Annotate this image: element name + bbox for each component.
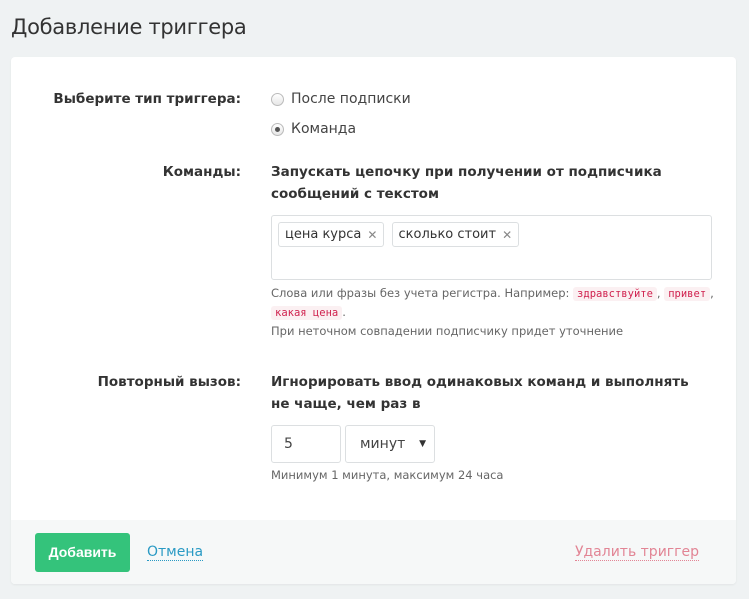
unit-value: минут [360,436,406,452]
tag-text: сколько стоит [398,227,497,242]
repeat-description: Игнорировать ввод одинаковых команд и вы… [271,374,689,412]
radio-label: После подписки [291,91,411,107]
dropdown-arrow-icon: ▼ [419,439,426,449]
tag: цена курса ✕ [278,222,385,247]
tag: сколько стоит ✕ [391,222,520,247]
example: какая цена [271,306,343,320]
comma: , [656,286,661,300]
example: привет [664,287,711,301]
radio-after-subscribe[interactable]: После подписки [271,91,411,107]
radio-icon[interactable] [271,92,284,106]
comma: , [710,286,714,300]
commands-hint: Слова или фразы без учета регистра. Напр… [271,284,721,340]
radio-label: Команда [291,121,357,137]
commands-label: Команды: [162,164,241,180]
form-footer: Добавить Отмена Удалить триггер [11,520,736,584]
hint-note: При неточном совпадении подписчику приде… [271,324,624,338]
period: . [342,305,346,319]
remove-tag-icon[interactable]: ✕ [367,228,377,242]
tag-text: цена курса [285,227,362,242]
unit-select[interactable]: минут ▼ [345,425,435,463]
radio-checked-icon[interactable] [271,122,284,136]
delete-trigger-link[interactable]: Удалить триггер [574,544,699,561]
example: здравствуйте [573,287,657,301]
repeat-label: Повторный вызов: [97,374,241,390]
add-button[interactable]: Добавить [35,533,130,572]
interval-input[interactable]: 5 [271,425,341,463]
repeat-hint: Минимум 1 минута, максимум 24 часа [271,468,504,482]
remove-tag-icon[interactable]: ✕ [502,228,512,242]
commands-description: Запускать цепочку при получении от подпи… [271,164,662,202]
hint-text: Слова или фразы без учета регистра. Напр… [271,286,570,300]
cancel-link[interactable]: Отмена [147,544,204,561]
trigger-type-label: Выберите тип триггера: [53,91,241,107]
page-title: Добавление триггера [11,15,247,39]
commands-tag-input[interactable]: цена курса ✕ сколько стоит ✕ [271,215,712,280]
trigger-form: Выберите тип триггера: После подписки Ко… [11,57,736,584]
radio-command[interactable]: Команда [271,121,356,137]
